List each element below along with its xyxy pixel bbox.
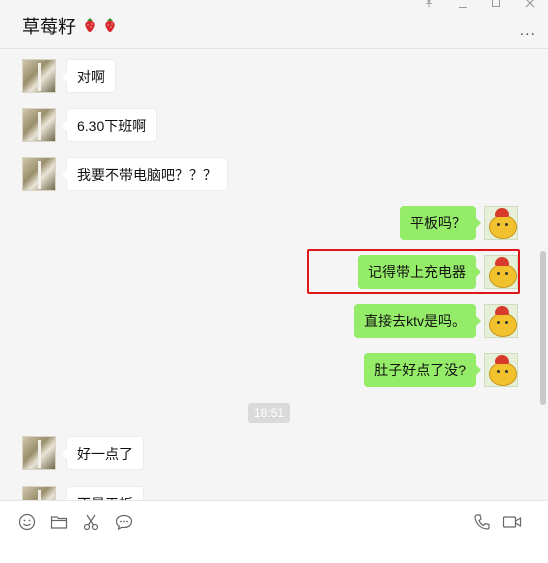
- message-bubble-incoming[interactable]: 我要不带电脑吧？？？: [62, 157, 228, 191]
- message-bubble-outgoing[interactable]: 平板吗？: [400, 206, 481, 240]
- phone-icon[interactable]: [473, 513, 493, 533]
- chat-title: 草莓籽: [22, 13, 116, 39]
- pin-icon[interactable]: [424, 0, 434, 11]
- message-bubble-incoming[interactable]: 好一点了: [62, 436, 144, 470]
- message-bubble-incoming[interactable]: 不是平板: [62, 486, 144, 500]
- my-avatar[interactable]: [484, 353, 518, 387]
- contact-avatar[interactable]: [22, 59, 56, 93]
- maximize-icon[interactable]: [491, 0, 501, 11]
- emoji-icon[interactable]: [18, 513, 38, 533]
- contact-avatar[interactable]: [22, 157, 56, 191]
- video-call-icon[interactable]: [502, 513, 522, 533]
- message-bubble-outgoing[interactable]: 肚子好点了没?: [364, 353, 481, 387]
- input-toolbar: [0, 500, 548, 563]
- folder-icon[interactable]: [50, 513, 70, 533]
- chat-area[interactable]: 对啊 6.30下班啊 我要不带电脑吧？？？ 平板吗？ 记得带上充电器 直接去kt…: [0, 49, 548, 500]
- contact-avatar[interactable]: [22, 436, 56, 470]
- message-bubble-incoming[interactable]: 对啊: [62, 59, 116, 93]
- strawberry-icon: [84, 17, 96, 35]
- minimize-icon[interactable]: [458, 2, 468, 14]
- highlight-box: [307, 249, 520, 294]
- contact-name: 草莓籽: [22, 17, 76, 37]
- my-avatar[interactable]: [484, 206, 518, 240]
- contact-avatar[interactable]: [22, 486, 56, 500]
- my-avatar[interactable]: [484, 304, 518, 338]
- scissors-icon[interactable]: [82, 513, 102, 533]
- message-timestamp: 18:51: [248, 403, 291, 423]
- message-bubble-incoming[interactable]: 6.30下班啊: [61, 108, 158, 142]
- close-icon[interactable]: [525, 0, 535, 11]
- strawberry-icon: [104, 17, 116, 35]
- more-options-button[interactable]: ...: [520, 22, 536, 40]
- contact-avatar[interactable]: [22, 108, 56, 142]
- message-bubble-outgoing[interactable]: 直接去ktv是吗。: [354, 304, 481, 338]
- title-bar: 草莓籽 ...: [0, 0, 548, 49]
- chat-scrollbar[interactable]: [540, 251, 546, 405]
- chat-bubble-icon[interactable]: [115, 513, 135, 533]
